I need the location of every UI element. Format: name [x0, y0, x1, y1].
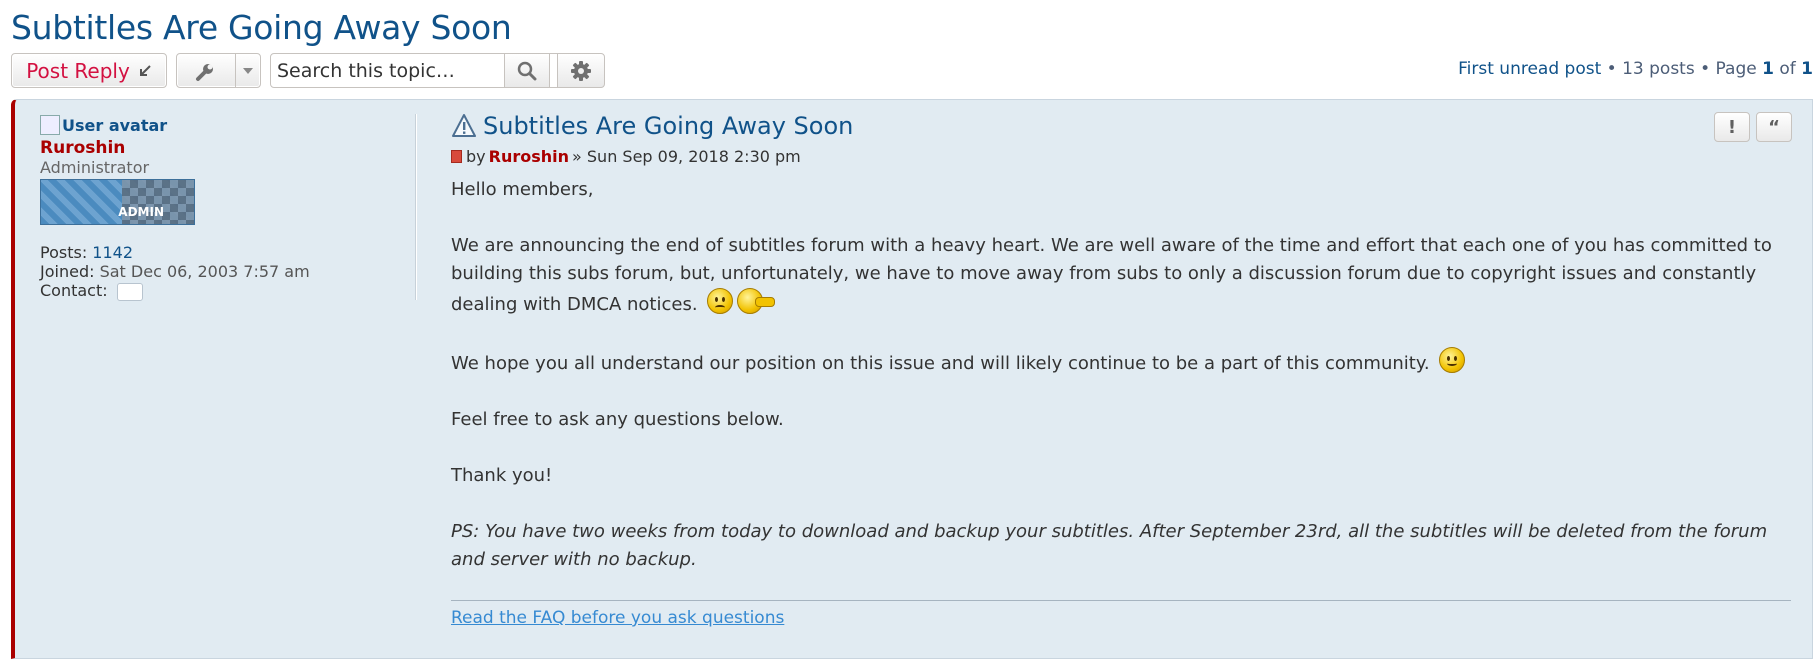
- post-file-icon[interactable]: [451, 150, 462, 163]
- sad-smiley-icon: [707, 288, 734, 314]
- username[interactable]: Ruroshin: [40, 139, 400, 158]
- post-paragraph: Thank you!: [451, 465, 553, 486]
- joined-field: Joined: Sat Dec 06, 2003 7:57 am: [40, 262, 400, 281]
- contact-label: Contact:: [40, 281, 108, 300]
- post-paragraph: We are announcing the end of subtitles f…: [451, 235, 1772, 315]
- post-profile: User avatar Ruroshin Administrator ADMIN…: [40, 114, 400, 301]
- advanced-search-button[interactable]: [557, 53, 605, 88]
- post-author-line: by Ruroshin » Sun Sep 09, 2018 2:30 pm: [451, 147, 1791, 166]
- page-current: 1: [1762, 59, 1774, 79]
- post-reply-label: Post Reply: [26, 58, 130, 83]
- topic-tools-button[interactable]: [176, 53, 261, 88]
- contact-field: Contact:: [40, 281, 400, 301]
- pagination-sep: •: [1694, 59, 1716, 79]
- page-prefix: Page: [1715, 59, 1763, 79]
- user-avatar[interactable]: User avatar: [40, 114, 400, 136]
- contact-icon[interactable]: [116, 282, 143, 301]
- faq-link[interactable]: Read the FAQ before you ask questions: [451, 608, 784, 628]
- page-total: 1: [1801, 59, 1813, 79]
- quote-button[interactable]: “: [1756, 112, 1792, 142]
- post-content: Hello members, We are announcing the end…: [451, 176, 1791, 574]
- first-unread-link[interactable]: First unread post: [1458, 59, 1601, 79]
- post: User avatar Ruroshin Administrator ADMIN…: [11, 99, 1813, 659]
- post-date: » Sun Sep 09, 2018 2:30 pm: [572, 147, 801, 166]
- gear-icon: [571, 60, 591, 81]
- pagination-sep: •: [1601, 59, 1623, 79]
- topic-title[interactable]: Subtitles Are Going Away Soon: [11, 8, 512, 47]
- pagination: First unread post • 13 posts • Page 1 of…: [1458, 59, 1813, 79]
- post-paragraph: We hope you all understand our position …: [451, 347, 1791, 378]
- post-author[interactable]: Ruroshin: [489, 147, 569, 166]
- post-body: Subtitles Are Going Away Soon by Ruroshi…: [451, 112, 1791, 628]
- topic-search-box: [270, 53, 605, 88]
- post-title-link[interactable]: Subtitles Are Going Away Soon: [483, 112, 853, 140]
- profile-divider: [415, 114, 417, 300]
- warning-icon: [452, 114, 476, 137]
- rank-image-label: ADMIN: [118, 205, 164, 219]
- topic-search-input[interactable]: [271, 54, 503, 87]
- post-paragraph: Feel free to ask any questions below.: [451, 409, 784, 430]
- smile-smiley-icon: [1439, 347, 1466, 373]
- post-paragraph: Hello members,: [451, 179, 594, 200]
- post-buttons: ! “: [1714, 112, 1792, 142]
- post-reply-button[interactable]: Post Reply: [11, 53, 167, 88]
- posts-field: Posts: 1142: [40, 243, 400, 262]
- avatar-alt-text: User avatar: [62, 115, 168, 135]
- reply-arrow-icon: [139, 64, 151, 76]
- rank-image: ADMIN: [40, 179, 195, 225]
- wrench-icon: [196, 64, 213, 81]
- search-button[interactable]: [504, 53, 550, 88]
- search-icon: [517, 61, 537, 80]
- post-paragraph-ps: PS: You have two weeks from today to dow…: [451, 521, 1768, 570]
- pointing-smiley-icon: [737, 288, 776, 314]
- joined-label: Joined:: [40, 262, 95, 281]
- chevron-down-icon: [243, 68, 253, 74]
- posts-count: 13 posts: [1622, 59, 1695, 79]
- posts-label: Posts:: [40, 243, 88, 262]
- broken-image-icon: [40, 115, 60, 135]
- posts-count-link[interactable]: 1142: [92, 243, 133, 262]
- post-title: Subtitles Are Going Away Soon: [451, 112, 1791, 140]
- joined-value: Sat Dec 06, 2003 7:57 am: [99, 262, 310, 281]
- report-button[interactable]: !: [1714, 112, 1750, 142]
- user-rank: Administrator: [40, 158, 150, 177]
- signature: Read the FAQ before you ask questions: [451, 600, 1791, 628]
- by-label: by: [466, 147, 486, 166]
- page-of: of: [1773, 59, 1802, 79]
